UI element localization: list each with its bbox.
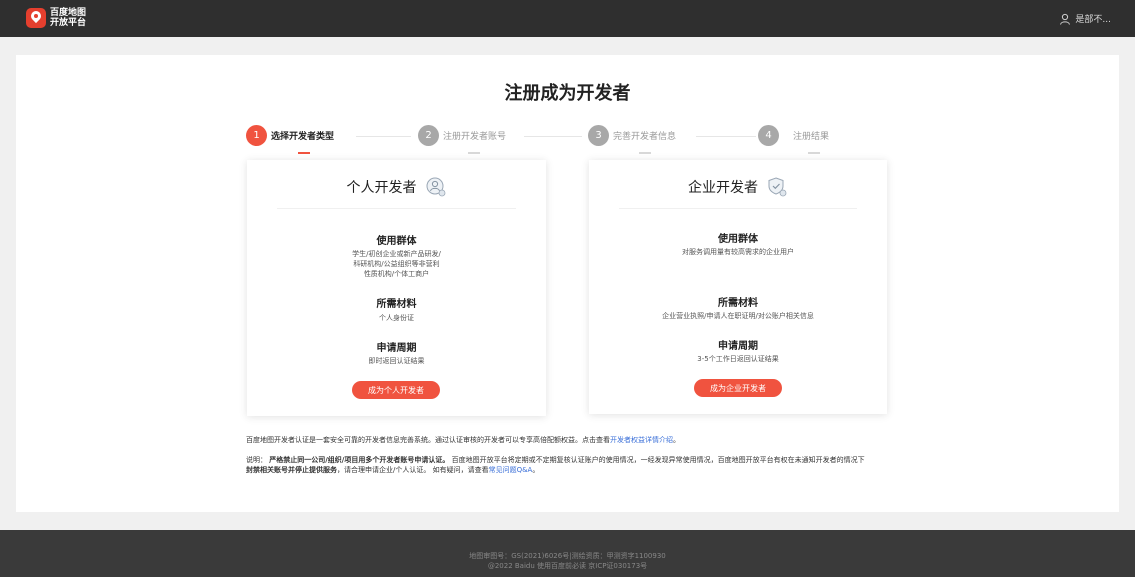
step-indicator: [639, 152, 651, 154]
notice-tail: 。: [532, 466, 540, 474]
enterprise-title-text: 企业开发者: [688, 180, 758, 196]
intro-text: 百度地图开发者认证是一套安全可靠的开发者信息完善系统。通过认证审核的开发者可以专…: [246, 436, 610, 444]
logo-line2: 开放平台: [50, 18, 87, 28]
step-label: 注册结果: [793, 132, 830, 142]
personal-period-heading: 申请周期: [376, 343, 417, 354]
footer: 地图审图号：GS(2021)6026号|测绘资质：甲测资字1100930 @20…: [0, 530, 1135, 577]
footer-license: 地图审图号：GS(2021)6026号|测绘资质：甲测资字1100930: [469, 552, 666, 560]
step-number: 2: [418, 125, 439, 146]
user-icon: [1060, 13, 1071, 25]
step-indicator: [808, 152, 820, 154]
personal-badge-icon: [426, 177, 445, 197]
personal-group-line1: 学生/初创企业或新产品研发/: [352, 250, 441, 258]
personal-group-heading: 使用群体: [376, 236, 417, 247]
step-number: 4: [758, 125, 779, 146]
enterprise-group: 对服务调用量有较高需求的企业用户: [682, 248, 794, 256]
enterprise-group-heading: 使用群体: [718, 234, 758, 245]
step-label: 选择开发者类型: [271, 132, 335, 142]
step-connector: [356, 136, 411, 137]
enterprise-shield-icon: [768, 177, 787, 197]
personal-card-title: 个人开发者: [247, 176, 546, 198]
step-label: 完善开发者信息: [613, 132, 677, 142]
become-personal-developer-button[interactable]: 成为个人开发者: [352, 381, 440, 399]
enterprise-card-title: 企业开发者: [589, 176, 887, 198]
main-card: 注册成为开发者 1 选择开发者类型 2 注册开发者账号 3 完善开发者信息 4 …: [16, 55, 1119, 512]
step-indicator-active: [298, 152, 310, 154]
enterprise-materials-heading: 所需材料: [718, 298, 758, 309]
step-3: 3 完善开发者信息: [588, 125, 676, 146]
enterprise-period-heading: 申请周期: [718, 341, 758, 352]
step-2: 2 注册开发者账号: [418, 125, 506, 146]
step-connector: [696, 136, 756, 137]
personal-period: 即时返回认证结果: [368, 357, 425, 365]
step-number: 1: [246, 125, 267, 146]
top-header: 百度地图 开放平台 是部不...: [0, 0, 1135, 37]
username: 是部不...: [1075, 15, 1111, 25]
divider: [277, 208, 516, 209]
logo-line1: 百度地图: [50, 8, 87, 18]
user-menu[interactable]: 是部不...: [1059, 12, 1111, 25]
step-number: 3: [588, 125, 609, 146]
personal-materials-heading: 所需材料: [376, 299, 417, 310]
certification-notice: 说明： 严格禁止同一公司/组织/项目用多个开发者账号申请认证。 百度地图开放平台…: [246, 455, 866, 475]
notice-bold-warning: 严格禁止同一公司/组织/项目用多个开发者账号申请认证。: [269, 456, 450, 464]
intro-end: 。: [673, 436, 680, 444]
notice-end: ，请合理申请企业/个人认证。 如有疑问，请查看: [337, 466, 489, 474]
map-pin-logo-icon: [26, 8, 46, 28]
logo-text: 百度地图 开放平台: [50, 8, 86, 28]
personal-developer-card: 个人开发者 使用群体 学生/初创企业或新产品研发/ 科研机构/公益组织等非营利 …: [247, 160, 546, 416]
step-indicator: [468, 152, 480, 154]
developer-benefits-link[interactable]: 开发者权益详情介绍: [610, 436, 673, 444]
divider: [619, 208, 857, 209]
step-progress: 1 选择开发者类型 2 注册开发者账号 3 完善开发者信息 4 注册结果: [246, 125, 886, 155]
become-enterprise-developer-button[interactable]: 成为企业开发者: [694, 379, 782, 397]
personal-group-line3: 性质机构/个体工商户: [363, 270, 430, 278]
certification-intro: 百度地图开发者认证是一套安全可靠的开发者信息完善系统。通过认证审核的开发者可以专…: [246, 435, 680, 445]
personal-materials: 个人身份证: [379, 314, 414, 322]
notice-body: 百度地图开放平台将定期或不定期复核认证账户的使用情况，一经发现异常使用情况，百度…: [451, 456, 865, 464]
enterprise-developer-card: 企业开发者 使用群体 对服务调用量有较高需求的企业用户 所需材料 企业营业执照/…: [589, 160, 887, 414]
personal-group-line2: 科研机构/公益组织等非营利: [353, 260, 440, 268]
faq-link[interactable]: 常见问题Q&A: [489, 466, 533, 474]
page-title: 注册成为开发者: [504, 83, 631, 104]
footer-copyright: @2022 Baidu 使用百度前必读 京ICP证030173号: [487, 562, 648, 570]
enterprise-materials: 企业营业执照/申请人在职证明/对公账户相关信息: [662, 312, 814, 320]
step-1: 1 选择开发者类型: [246, 125, 334, 146]
enterprise-period: 3-5个工作日返回认证结果: [697, 355, 779, 363]
step-4: 4 注册结果: [758, 125, 829, 146]
baidu-map-logo[interactable]: 百度地图 开放平台: [26, 8, 86, 28]
step-label: 注册开发者账号: [443, 132, 507, 142]
notice-bold-ban: 封禁相关账号并停止提供服务: [246, 466, 337, 474]
notice-prefix: 说明：: [246, 456, 267, 464]
step-connector: [524, 136, 582, 137]
personal-title-text: 个人开发者: [346, 180, 417, 196]
